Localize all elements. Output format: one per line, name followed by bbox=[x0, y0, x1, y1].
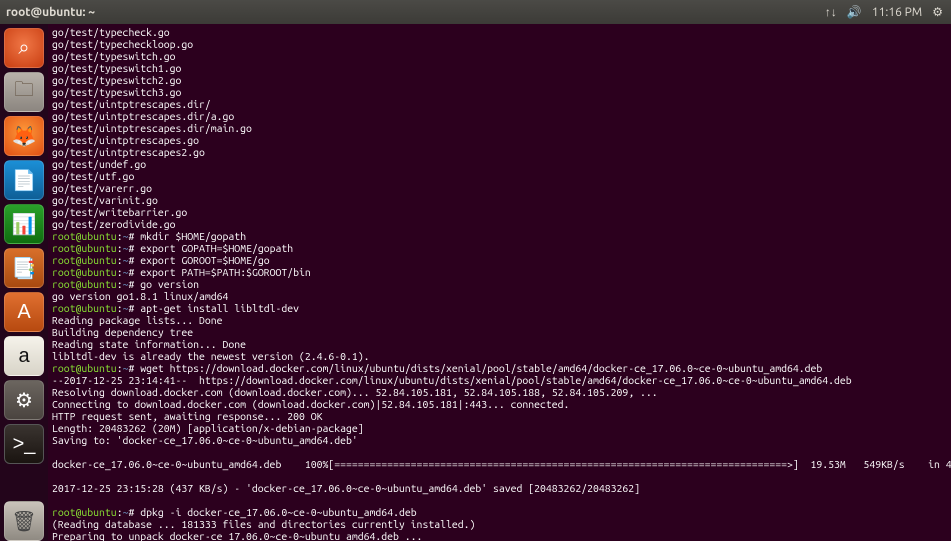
terminal-output[interactable]: go/test/typecheck.go go/test/typechecklo… bbox=[48, 24, 951, 541]
trash-icon[interactable]: 🗑 bbox=[4, 501, 44, 541]
firefox-icon[interactable]: 🦊 bbox=[4, 116, 44, 156]
impress-icon[interactable]: 📑 bbox=[4, 248, 44, 288]
sound-icon[interactable]: 🔊 bbox=[847, 5, 862, 19]
dash-icon[interactable]: ⌕ bbox=[4, 28, 44, 68]
files-icon[interactable]: 🗀 bbox=[4, 72, 44, 112]
amazon-icon[interactable]: a bbox=[4, 336, 44, 376]
software-icon[interactable]: A bbox=[4, 292, 44, 332]
writer-icon[interactable]: 📄 bbox=[4, 160, 44, 200]
clock[interactable]: 11:16 PM bbox=[872, 6, 922, 19]
unity-launcher: ⌕ 🗀 🦊 📄 📊 📑 A a ⚙ >_ 🗑 bbox=[0, 24, 48, 541]
terminal-icon[interactable]: >_ bbox=[4, 424, 44, 464]
gear-icon[interactable]: ⚙ bbox=[932, 5, 943, 19]
network-icon[interactable]: ↑↓ bbox=[825, 5, 837, 19]
top-menu-bar: root@ubuntu: ~ ↑↓ 🔊 11:16 PM ⚙ bbox=[0, 0, 951, 24]
window-title: root@ubuntu: ~ bbox=[0, 6, 825, 19]
calc-icon[interactable]: 📊 bbox=[4, 204, 44, 244]
system-tray: ↑↓ 🔊 11:16 PM ⚙ bbox=[825, 5, 951, 19]
settings-icon[interactable]: ⚙ bbox=[4, 380, 44, 420]
